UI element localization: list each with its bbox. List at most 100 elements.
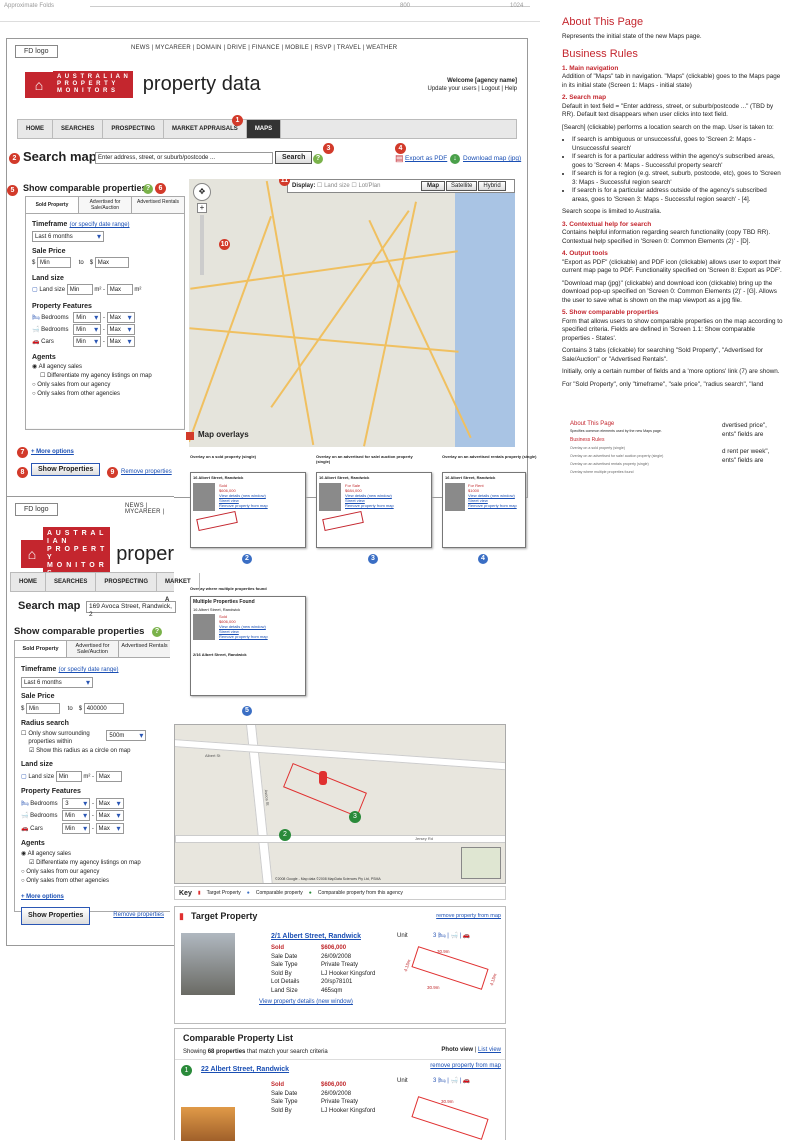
map-type-satellite[interactable]: Satellite	[446, 181, 478, 191]
show-properties-button[interactable]: Show Properties	[31, 463, 101, 476]
tab-market-2[interactable]: MARKET A	[157, 573, 200, 603]
pdf-icon[interactable]: ▤	[395, 153, 404, 164]
comparable-address-link[interactable]: 22 Albert Street, Randwick	[201, 1066, 289, 1073]
remove-properties-link[interactable]: Remove properties	[121, 469, 172, 475]
land-min-input[interactable]: Min	[66, 284, 93, 296]
car-max-select-2[interactable]: Max	[95, 822, 124, 834]
top-links-2[interactable]: NEWS | MYCAREER |	[125, 503, 174, 515]
show-properties-button-2[interactable]: Show Properties	[21, 907, 91, 925]
tab-sold-property[interactable]: Sold Property	[26, 197, 79, 213]
radio-other-2[interactable]: ○	[21, 878, 25, 884]
account-links[interactable]: Update your users | Logout | Help	[427, 85, 517, 93]
tab-advertised-sale[interactable]: Advertised for Sale/Auction	[79, 197, 132, 213]
radio-all[interactable]: ◉	[32, 364, 37, 370]
target-address-link[interactable]: 2/1 Albert Street, Randwick	[271, 933, 361, 940]
date-range-link[interactable]: (or specify date range)	[70, 222, 130, 228]
fd-logo[interactable]: FD logo	[15, 45, 58, 58]
comparable-help-icon[interactable]: ?	[143, 184, 153, 194]
zoom-in-icon[interactable]: +	[197, 203, 207, 213]
date-range-link-2[interactable]: (or specify date range)	[59, 667, 119, 673]
comparable-photo	[181, 1107, 235, 1141]
radius-circle-checkbox[interactable]: ☑	[29, 748, 34, 754]
download-map-link[interactable]: Download map (jpg)	[463, 155, 521, 162]
radio-ours-2[interactable]: ○	[21, 869, 25, 875]
agency-marker-icon[interactable]: 2	[279, 829, 291, 841]
land-max-input[interactable]: Max	[106, 284, 133, 296]
timeframe-select[interactable]: Last 6 months	[32, 231, 104, 243]
target-marker-icon[interactable]	[319, 771, 327, 785]
price-min-input-2[interactable]: Min	[26, 702, 61, 714]
checkbox-diff[interactable]: ☐	[40, 373, 45, 379]
land-min-input-2[interactable]: Min	[55, 770, 82, 782]
tab-prospecting-2[interactable]: PROSPECTING	[96, 573, 158, 591]
bath-min-select-2[interactable]: Min	[62, 810, 91, 822]
pan-icon[interactable]: ✥	[193, 183, 211, 201]
comparable-remove-link[interactable]: remove property from map	[430, 1063, 501, 1069]
price-max-input-2[interactable]: 400000	[83, 702, 124, 714]
zoom-slider[interactable]	[200, 215, 204, 275]
remove-properties-link-2[interactable]: Remove properties	[113, 910, 164, 922]
export-pdf-link[interactable]: Export as PDF	[405, 155, 447, 162]
street-map[interactable]: Albert St Avoca St Jersey Rd 2 3 ©2008 G…	[174, 724, 506, 884]
car-max-select[interactable]: Max	[106, 335, 135, 347]
display-lot-option[interactable]: Lot/Plan	[358, 183, 380, 189]
map-zoom-control[interactable]: ✥ +	[193, 183, 211, 275]
radio-ours[interactable]: ○	[32, 382, 36, 388]
bed-min-select[interactable]: Min	[73, 311, 102, 323]
tab-searches-2[interactable]: SEARCHES	[46, 573, 97, 591]
price-max-input[interactable]: Max	[94, 257, 129, 269]
plan-dim-top: 30.9m	[437, 949, 450, 954]
bath-min-select[interactable]: Min	[73, 323, 102, 335]
multi-popup-remove-link[interactable]: Remove property from map	[219, 634, 268, 639]
top-links[interactable]: NEWS | MYCAREER | DOMAIN | DRIVE | FINAN…	[131, 45, 397, 51]
overlay-rent-remove-link[interactable]: Remove property from map	[468, 503, 517, 508]
price-min-input[interactable]: Min	[37, 257, 72, 269]
tab-home[interactable]: HOME	[18, 120, 53, 138]
radius-select[interactable]: 500m	[106, 729, 147, 741]
radius-checkbox[interactable]: ☐	[21, 730, 26, 738]
car-min-select-2[interactable]: Min	[62, 822, 91, 834]
tab-advertised-sale-2[interactable]: Advertised for Sale/Auction	[67, 641, 119, 657]
overlay-sold-remove-link[interactable]: Remove property from map	[219, 503, 268, 508]
land-max-input-2[interactable]: Max	[95, 770, 122, 782]
search-input-2[interactable]: 169 Avoca Street, Randwick, 2	[86, 601, 176, 618]
target-details-link[interactable]: View property details (new window)	[259, 999, 353, 1005]
search-button[interactable]: Search	[275, 151, 313, 164]
list-view-link[interactable]: List view	[478, 1047, 501, 1053]
fd-logo-2[interactable]: FD logo	[15, 503, 58, 516]
target-remove-link[interactable]: remove property from map	[436, 913, 501, 919]
help-icon[interactable]: ?	[313, 154, 323, 164]
radio-all-2[interactable]: ◉	[21, 851, 26, 857]
checkbox-diff-2[interactable]: ☑	[29, 860, 34, 866]
bed-min-select-2[interactable]: 3	[62, 797, 91, 809]
tab-prospecting[interactable]: PROSPECTING	[103, 120, 165, 138]
bedrooms-label: Bedrooms	[41, 314, 69, 321]
download-icon[interactable]: ↓	[450, 154, 460, 164]
timeframe-select-2[interactable]: Last 6 months	[21, 676, 93, 688]
comparable-help-icon-2[interactable]: ?	[152, 627, 162, 637]
more-options-link-2[interactable]: + More options	[21, 894, 64, 900]
tab-advertised-rentals[interactable]: Advertised Rentals	[132, 197, 184, 213]
bath-max-select[interactable]: Max	[106, 323, 135, 335]
photo-view-label[interactable]: Photo view	[441, 1047, 473, 1053]
tab-maps[interactable]: MAPS	[246, 120, 282, 138]
overlay-sale-remove-link[interactable]: Remove property from map	[345, 503, 394, 508]
map-overview[interactable]	[461, 847, 501, 879]
map-type-map[interactable]: Map	[421, 181, 445, 191]
tab-searches[interactable]: SEARCHES	[53, 120, 104, 138]
bed-max-select-2[interactable]: Max	[95, 797, 124, 809]
display-land-option[interactable]: Land size	[324, 183, 350, 189]
tab-sold-property-2[interactable]: Sold Property	[15, 641, 67, 657]
more-options-link[interactable]: + More options	[31, 449, 74, 455]
tab-advertised-rentals-2[interactable]: Advertised Rentals	[119, 641, 170, 657]
tab-home-2[interactable]: HOME	[11, 573, 46, 591]
search-input[interactable]: Enter address, street, or suburb/postcod…	[95, 152, 273, 164]
bed-max-select[interactable]: Max	[106, 311, 135, 323]
map-viewport[interactable]: ✥ + 10 Display: ☐ Land size ☐ Lot/Plan 1…	[189, 179, 515, 447]
radio-other[interactable]: ○	[32, 391, 36, 397]
car-min-select[interactable]: Min	[73, 335, 102, 347]
agency-marker-icon-2[interactable]: 3	[349, 811, 361, 823]
apm-logo[interactable]: ⌂ A U S T R A L I A NP R O P E R T YM O …	[25, 71, 261, 98]
map-type-hybrid[interactable]: Hybrid	[478, 181, 506, 191]
bath-max-select-2[interactable]: Max	[95, 810, 124, 822]
